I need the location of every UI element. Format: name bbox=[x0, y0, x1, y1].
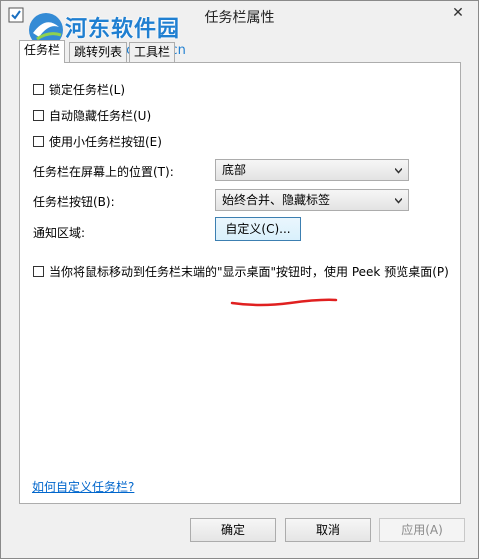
location-value: 底部 bbox=[222, 163, 247, 177]
ok-button[interactable]: 确定 bbox=[190, 518, 276, 542]
apply-button[interactable]: 应用(A) bbox=[379, 518, 465, 542]
title-bar[interactable]: 任务栏属性 ✕ bbox=[1, 1, 478, 31]
checkbox-box[interactable] bbox=[33, 135, 44, 147]
buttons-select[interactable]: 始终合并、隐藏标签 bbox=[215, 189, 409, 211]
cancel-button[interactable]: 取消 bbox=[285, 518, 371, 542]
location-select[interactable]: 底部 bbox=[215, 159, 409, 181]
notification-area-label: 通知区域: bbox=[33, 226, 86, 240]
tab-panel: 锁定任务栏(L) 自动隐藏任务栏(U) 使用小任务栏按钮(E) 任务栏在屏幕上的… bbox=[19, 62, 461, 504]
lock-taskbar-label: 锁定任务栏(L) bbox=[49, 82, 126, 97]
window-title: 任务栏属性 bbox=[204, 10, 275, 26]
lock-taskbar-checkbox[interactable]: 锁定任务栏(L) bbox=[33, 81, 125, 97]
autohide-label: 自动隐藏任务栏(U) bbox=[49, 108, 152, 123]
buttons-value: 始终合并、隐藏标签 bbox=[222, 193, 331, 207]
buttons-label: 任务栏按钮(B): bbox=[33, 195, 115, 209]
checkbox-box[interactable] bbox=[33, 109, 44, 121]
chevron-down-icon bbox=[395, 198, 402, 204]
small-buttons-label: 使用小任务栏按钮(E) bbox=[49, 134, 162, 149]
tab-toolbars[interactable]: 工具栏 bbox=[129, 42, 176, 62]
peek-label: 当你将鼠标移动到任务栏末端的"显示桌面"按钮时，使用 Peek 预览桌面(P) bbox=[49, 264, 449, 279]
checkbox-box[interactable] bbox=[33, 83, 44, 95]
annotation-underline bbox=[230, 298, 338, 307]
taskbar-properties-dialog: 任务栏属性 ✕ 河东软件园 www.pc0359.cn 任务栏 跳转列表 工具栏… bbox=[0, 0, 479, 559]
help-link[interactable]: 如何自定义任务栏? bbox=[32, 478, 134, 495]
checkbox-box[interactable] bbox=[33, 265, 44, 277]
location-label: 任务栏在屏幕上的位置(T): bbox=[33, 165, 174, 179]
close-button[interactable]: ✕ bbox=[444, 3, 472, 23]
small-buttons-checkbox[interactable]: 使用小任务栏按钮(E) bbox=[33, 133, 162, 149]
tab-taskbar[interactable]: 任务栏 bbox=[19, 40, 66, 63]
peek-checkbox[interactable]: 当你将鼠标移动到任务栏末端的"显示桌面"按钮时，使用 Peek 预览桌面(P) bbox=[33, 263, 449, 279]
customize-button[interactable]: 自定义(C)... bbox=[215, 217, 301, 241]
close-icon: ✕ bbox=[452, 5, 464, 21]
tab-jump-lists[interactable]: 跳转列表 bbox=[69, 42, 128, 62]
chevron-down-icon bbox=[395, 168, 402, 174]
autohide-checkbox[interactable]: 自动隐藏任务栏(U) bbox=[33, 107, 151, 123]
